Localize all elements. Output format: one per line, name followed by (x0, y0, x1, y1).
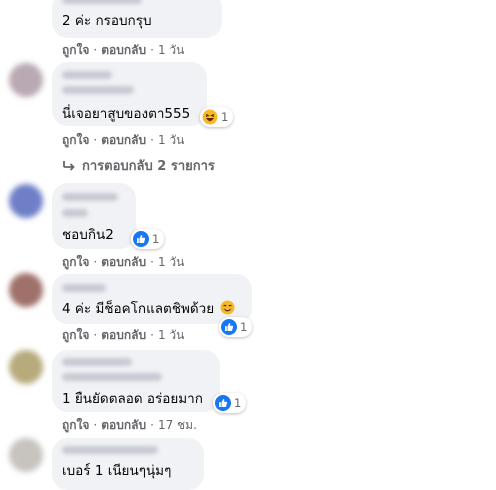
comment-time[interactable]: 1 วัน (158, 328, 184, 342)
comment-time[interactable]: 1 วัน (158, 255, 184, 269)
comment-text: เบอร์ 1 เนียนๆนุ่มๆ (62, 463, 172, 479)
comment-text: นี่เจอยาสูบของตา555 (62, 106, 191, 122)
view-replies-label: การตอบกลับ 2 รายการ (82, 159, 215, 174)
like-link[interactable]: ถูกใจ (62, 418, 89, 432)
comment-text: 2 ค่ะ กรอบกรุบ (62, 13, 152, 29)
like-link[interactable]: ถูกใจ (62, 133, 89, 147)
comment-text: ชอบกิน2 (62, 227, 114, 243)
reaction-badge[interactable]: 1 (200, 107, 234, 127)
reaction-count: 1 (234, 396, 242, 410)
redacted-author-name (62, 86, 134, 94)
redacted-author-name (62, 193, 118, 201)
comment-actions: ถูกใจ · ตอบกลับ · 1 วัน (62, 255, 185, 269)
redacted-author-name (62, 284, 106, 292)
comment-actions: ถูกใจ · ตอบกลับ · 1 วัน (62, 328, 185, 342)
like-link[interactable]: ถูกใจ (62, 255, 89, 269)
redacted-author-name (62, 373, 162, 381)
redacted-author-name (62, 446, 158, 454)
reaction-badge[interactable]: 1 (213, 393, 247, 413)
comment-time[interactable]: 1 วัน (158, 133, 184, 147)
avatar[interactable] (9, 438, 43, 472)
avatar[interactable] (9, 63, 43, 97)
haha-emoji-icon (202, 109, 218, 125)
reply-arrow-icon (63, 160, 75, 171)
reaction-badge[interactable]: 1 (219, 317, 253, 337)
comment-time[interactable]: 1 วัน (158, 43, 184, 57)
comment-text: 1 ยืนยัดตลอด อร่อยมาก (62, 391, 203, 407)
avatar[interactable] (9, 184, 43, 218)
comment-bubble: นี่เจอยาสูบของตา555 (52, 62, 207, 126)
like-thumb-icon (221, 319, 237, 335)
redacted-author-name (62, 0, 142, 4)
comment-text: 4 ค่ะ มีช็อคโกแลตชิพด้วย (62, 300, 235, 318)
comment-actions: ถูกใจ · ตอบกลับ · 1 วัน (62, 133, 185, 147)
reply-link[interactable]: ตอบกลับ (101, 418, 146, 432)
comment-bubble: 2 ค่ะ กรอบกรุบ (52, 0, 222, 38)
comment-bubble: 4 ค่ะ มีช็อคโกแลตชิพด้วย (52, 274, 252, 324)
reply-link[interactable]: ตอบกลับ (101, 43, 146, 57)
reaction-count: 1 (221, 110, 229, 124)
like-thumb-icon (215, 395, 231, 411)
reply-link[interactable]: ตอบกลับ (101, 328, 146, 342)
comment-bubble: เบอร์ 1 เนียนๆนุ่มๆ (52, 438, 204, 490)
comment-text-content: 4 ค่ะ มีช็อคโกแลตชิพด้วย (62, 301, 215, 317)
redacted-author-name (62, 71, 112, 79)
comment-actions: ถูกใจ · ตอบกลับ · 17 ชม. (62, 418, 197, 432)
like-link[interactable]: ถูกใจ (62, 328, 89, 342)
reply-link[interactable]: ตอบกลับ (101, 133, 146, 147)
reply-link[interactable]: ตอบกลับ (101, 255, 146, 269)
comment-bubble: ชอบกิน2 (52, 183, 136, 249)
comment-actions: ถูกใจ · ตอบกลับ · 1 วัน (62, 43, 185, 57)
like-link[interactable]: ถูกใจ (62, 43, 89, 57)
reaction-count: 1 (152, 232, 160, 246)
redacted-author-name (62, 209, 88, 217)
view-replies-link[interactable]: การตอบกลับ 2 รายการ (62, 155, 215, 176)
reaction-badge[interactable]: 1 (131, 229, 165, 249)
avatar[interactable] (9, 350, 43, 384)
reaction-count: 1 (240, 320, 248, 334)
like-thumb-icon (133, 231, 149, 247)
smile-emoji-icon (220, 300, 235, 315)
comment-time[interactable]: 17 ชม. (158, 418, 197, 432)
avatar[interactable] (9, 273, 43, 307)
redacted-author-name (62, 358, 132, 366)
comment-bubble: 1 ยืนยัดตลอด อร่อยมาก (52, 350, 220, 412)
